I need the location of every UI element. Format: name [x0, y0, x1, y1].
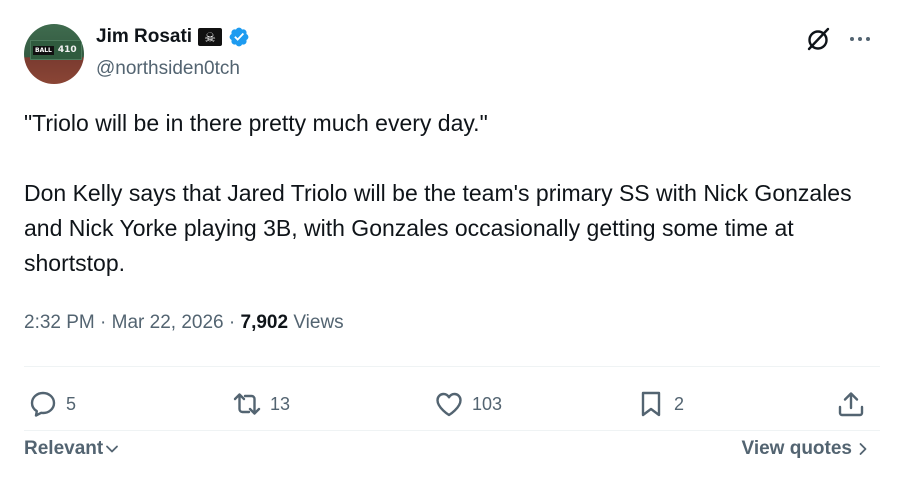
tweet-meta: 2:32 PM · Mar 22, 2026 · 7,902 Views	[24, 312, 344, 334]
tweet-date[interactable]: Mar 22, 2026	[112, 312, 224, 333]
verified-badge-icon[interactable]	[228, 26, 250, 48]
author-name-row: Jim Rosati ☠	[96, 26, 250, 48]
like-button[interactable]: 103	[434, 388, 502, 420]
views-label: Views	[293, 312, 344, 333]
repost-count: 13	[270, 393, 291, 414]
meta-separator-2: ·	[228, 312, 236, 333]
repost-button[interactable]: 13	[232, 388, 290, 420]
reply-icon	[30, 391, 56, 417]
bookmark-count: 2	[674, 393, 685, 414]
chevron-right-icon	[859, 443, 867, 455]
sort-label: Relevant	[24, 438, 104, 459]
bookmark-icon	[641, 391, 661, 417]
sort-replies-dropdown[interactable]: Relevant	[24, 438, 119, 460]
divider	[24, 366, 880, 367]
avatar-sign: BALL 410	[30, 40, 82, 60]
heart-icon	[436, 392, 462, 417]
repost-icon	[233, 393, 261, 415]
bookmark-button[interactable]: 2	[636, 388, 684, 420]
avatar[interactable]: BALL 410	[24, 24, 84, 84]
views-count[interactable]: 7,902	[241, 312, 289, 333]
more-options-icon[interactable]	[846, 26, 874, 52]
author-handle[interactable]: @northsiden0tch	[96, 58, 240, 80]
pirate-flag-icon: ☠	[198, 28, 223, 46]
view-quotes-label: View quotes	[741, 438, 852, 459]
like-count: 103	[472, 393, 503, 414]
tweet-quote-line: "Triolo will be in there pretty much eve…	[24, 110, 488, 136]
tweet-paragraph-gap	[24, 141, 880, 176]
avatar-tag: BALL	[33, 45, 54, 55]
tweet-body: Don Kelly says that Jared Triolo will be…	[24, 180, 852, 276]
tweet-text: "Triolo will be in there pretty much eve…	[24, 106, 880, 281]
chevron-down-icon	[106, 445, 119, 453]
grok-icon[interactable]	[806, 26, 832, 52]
meta-separator: ·	[100, 312, 107, 333]
share-button[interactable]	[836, 388, 866, 420]
avatar-sign-number: 410	[57, 45, 77, 55]
view-quotes-link[interactable]: View quotes	[741, 438, 870, 460]
author-display-name[interactable]: Jim Rosati	[96, 26, 192, 48]
reply-button[interactable]: 5	[28, 388, 76, 420]
bottom-divider	[24, 430, 880, 431]
reply-count: 5	[66, 393, 77, 414]
tweet-time[interactable]: 2:32 PM	[24, 312, 95, 333]
share-icon	[838, 392, 864, 417]
